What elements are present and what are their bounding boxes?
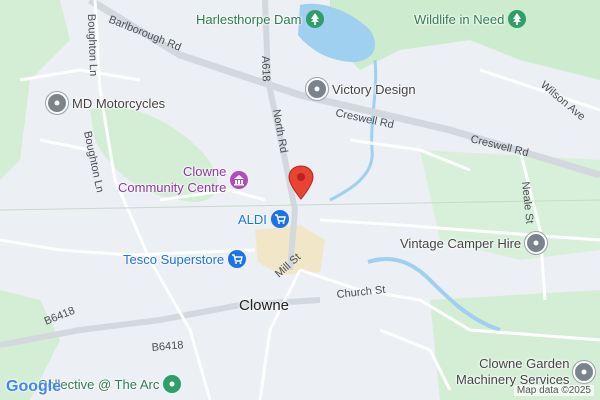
place-icon <box>163 375 182 393</box>
road-label-neale: Neale St <box>519 181 535 224</box>
place-icon <box>46 92 68 114</box>
poi-label-group: Clowne Garden Machinery Services <box>456 356 569 388</box>
google-logo: Google <box>6 378 61 396</box>
poi-label: Harlesthorpe Dam <box>196 11 302 27</box>
park-tree-icon <box>305 10 324 28</box>
road-label-church: Church St <box>336 284 386 301</box>
road-label-north: North Rd <box>270 108 289 153</box>
road-label-b6418-a: B6418 <box>43 305 77 328</box>
road-label-mill: Mill St <box>273 251 303 280</box>
poi-victory-design[interactable]: Victory Design <box>306 78 416 100</box>
map-canvas[interactable]: Barlborough Rd Creswell Rd Creswell Rd B… <box>0 0 600 400</box>
road-label-boughton-1: Boughton Ln <box>85 14 99 77</box>
google-logo-text: Google <box>6 378 62 395</box>
poi-clowne-garden-machinery[interactable]: Clowne Garden Machinery Services <box>456 356 596 388</box>
poi-label-group: Clowne Community Centre <box>118 164 226 196</box>
road-label-boughton-2: Boughton Ln <box>81 130 106 194</box>
poi-label: Tesco Superstore <box>123 251 225 267</box>
location-marker-icon[interactable] <box>287 165 315 201</box>
poi-label: MD Motorcycles <box>72 95 166 111</box>
poi-label: Wildlife in Need <box>414 11 505 27</box>
park-tree-icon <box>508 10 527 28</box>
poi-vintage-camper-hire[interactable]: Vintage Camper Hire <box>400 232 548 254</box>
road-label-barlborough: Barlborough Rd <box>107 14 183 54</box>
poi-wildlife-in-need[interactable]: Wildlife in Need <box>414 10 527 28</box>
poi-aldi[interactable]: ALDI <box>238 210 289 228</box>
road-label-b6418-b: B6418 <box>151 339 184 354</box>
shopping-cart-icon <box>228 250 247 268</box>
poi-label: Victory Design <box>332 81 416 97</box>
poi-md-motorcycles[interactable]: MD Motorcycles <box>46 92 165 114</box>
poi-label-line1: Clowne Garden <box>479 356 570 371</box>
poi-label: Vintage Camper Hire <box>400 235 522 251</box>
poi-label-line1: Clowne <box>183 164 227 179</box>
town-label: Clowne <box>239 297 290 314</box>
place-icon <box>573 361 596 383</box>
landmark-icon <box>230 171 249 189</box>
poi-label: ALDI <box>238 211 267 227</box>
poi-clowne-community-centre[interactable]: Clowne Community Centre <box>118 164 249 196</box>
road-label-creswell-2: Creswell Rd <box>469 133 529 159</box>
poi-harlesthorpe-dam[interactable]: Harlesthorpe Dam <box>196 10 324 28</box>
road-label-wilson: Wilson Ave <box>538 79 587 123</box>
poi-tesco-superstore[interactable]: Tesco Superstore <box>123 250 247 268</box>
road-label-a618: A618 <box>259 56 272 82</box>
shopping-cart-icon <box>270 210 289 228</box>
map-attribution[interactable]: Map data ©2025 <box>513 385 594 396</box>
poi-label-line2: Community Centre <box>118 180 227 195</box>
place-icon <box>306 78 328 100</box>
road-label-creswell-1: Creswell Rd <box>334 107 394 131</box>
place-icon <box>525 232 548 254</box>
